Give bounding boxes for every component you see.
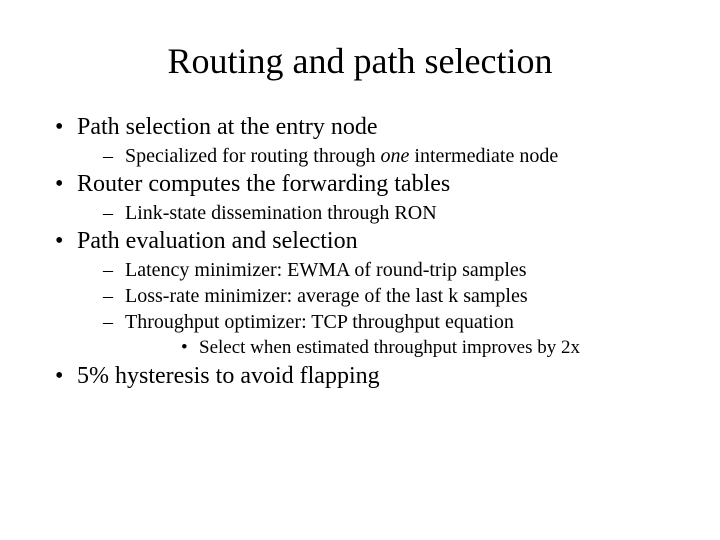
list-item: 5% hysteresis to avoid flapping (55, 363, 665, 390)
list-item: Link-state dissemination through RON (77, 200, 665, 226)
bullet-text: Loss-rate minimizer: average of the last… (125, 285, 528, 307)
list-item: Path selection at the entry node Special… (55, 114, 665, 169)
bullet-text: intermediate node (409, 145, 558, 167)
bullet-text: Link-state dissemination through RON (125, 202, 437, 224)
bullet-text: Throughput optimizer: TCP throughput equ… (125, 311, 514, 333)
list-item: Latency minimizer: EWMA of round-trip sa… (77, 257, 665, 283)
list-item: Loss-rate minimizer: average of the last… (77, 283, 665, 309)
bullet-text: Path selection at the entry node (77, 114, 378, 140)
bullet-text: Specialized for routing through (125, 145, 381, 167)
bullet-text: Router computes the forwarding tables (77, 171, 450, 197)
bullet-text: Latency minimizer: EWMA of round-trip sa… (125, 259, 527, 281)
list-item: Path evaluation and selection Latency mi… (55, 228, 665, 361)
bullet-text: Path evaluation and selection (77, 228, 358, 254)
slide-title: Routing and path selection (55, 40, 665, 82)
bullet-text-italic: one (381, 145, 410, 167)
list-item: Router computes the forwarding tables Li… (55, 171, 665, 226)
list-item: Throughput optimizer: TCP throughput equ… (77, 309, 665, 361)
bullet-text: Select when estimated throughput improve… (199, 337, 580, 358)
bullet-list: Path selection at the entry node Special… (55, 114, 665, 390)
list-item: Specialized for routing through one inte… (77, 143, 665, 169)
list-item: Select when estimated throughput improve… (125, 336, 665, 361)
bullet-text: 5% hysteresis to avoid flapping (77, 363, 380, 389)
